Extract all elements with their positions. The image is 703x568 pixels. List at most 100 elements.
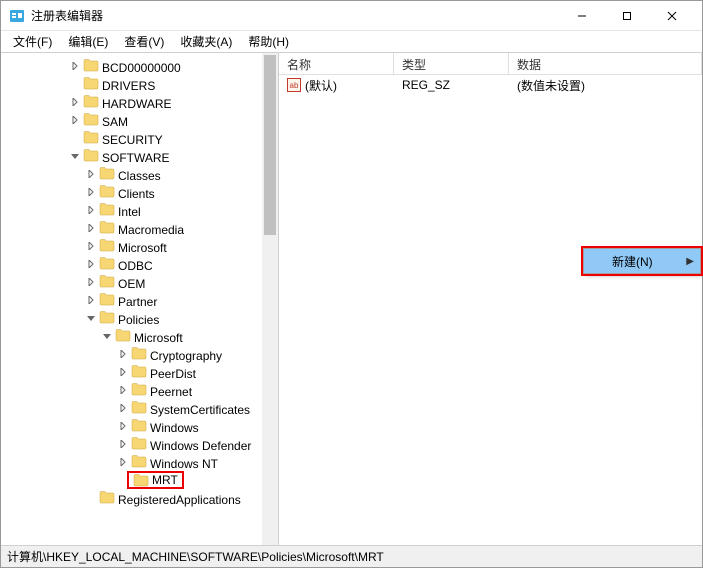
tree-item[interactable]: DRIVERS <box>1 75 278 93</box>
expand-icon[interactable] <box>85 168 97 180</box>
statusbar: 计算机\HKEY_LOCAL_MACHINE\SOFTWARE\Policies… <box>1 545 702 567</box>
ctx-new[interactable]: 新建(N) ▶ <box>584 249 700 273</box>
collapse-icon[interactable] <box>85 312 97 324</box>
tree-item[interactable]: RegisteredApplications <box>1 489 278 507</box>
folder-icon <box>99 166 115 180</box>
expand-icon[interactable] <box>85 204 97 216</box>
expand-icon[interactable] <box>69 114 81 126</box>
expand-icon[interactable] <box>117 348 129 360</box>
tree-item[interactable]: Cryptography <box>1 345 278 363</box>
value-name: (默认) <box>305 77 337 94</box>
folder-icon <box>131 346 147 360</box>
tree-item[interactable]: Intel <box>1 201 278 219</box>
expand-icon[interactable] <box>117 420 129 432</box>
tree-item-label: SAM <box>102 115 128 129</box>
tree-item[interactable]: OEM <box>1 273 278 291</box>
folder-icon <box>99 202 115 216</box>
expand-icon[interactable] <box>117 456 129 468</box>
tree-item[interactable]: ODBC <box>1 255 278 273</box>
list-header: 名称 类型 数据 <box>279 53 702 75</box>
collapse-icon[interactable] <box>69 150 81 162</box>
col-header-type[interactable]: 类型 <box>394 53 509 74</box>
string-value-icon: ab <box>287 78 301 92</box>
menubar: 文件(F) 编辑(E) 查看(V) 收藏夹(A) 帮助(H) <box>1 31 702 53</box>
folder-icon <box>99 310 115 324</box>
tree-item-label: Partner <box>118 295 157 309</box>
value-type: REG_SZ <box>394 78 509 92</box>
folder-icon <box>131 418 147 432</box>
col-header-data[interactable]: 数据 <box>509 53 702 74</box>
maximize-button[interactable] <box>604 2 649 30</box>
expand-icon[interactable] <box>69 60 81 72</box>
tree-item-label: RegisteredApplications <box>118 493 241 507</box>
folder-icon <box>99 256 115 270</box>
expand-icon[interactable] <box>117 402 129 414</box>
tree-item[interactable]: Classes <box>1 165 278 183</box>
menu-favorites[interactable]: 收藏夹(A) <box>172 31 240 52</box>
list-row[interactable]: ab (默认) REG_SZ (数值未设置) <box>279 75 702 95</box>
context-menu-primary: 新建(N) ▶ <box>583 248 701 274</box>
expand-icon[interactable] <box>117 384 129 396</box>
expand-icon[interactable] <box>85 276 97 288</box>
tree-item-label: ODBC <box>118 259 153 273</box>
tree-item[interactable]: Policies <box>1 309 278 327</box>
folder-icon <box>99 274 115 288</box>
tree-item-label: SystemCertificates <box>150 403 250 417</box>
tree-item[interactable]: Clients <box>1 183 278 201</box>
tree-item[interactable]: Partner <box>1 291 278 309</box>
tree-item-label: Policies <box>118 313 159 327</box>
collapse-icon[interactable] <box>101 330 113 342</box>
folder-icon <box>133 473 149 487</box>
tree-item[interactable]: BCD00000000 <box>1 57 278 75</box>
menu-help[interactable]: 帮助(H) <box>240 31 297 52</box>
menu-view[interactable]: 查看(V) <box>116 31 172 52</box>
col-header-name[interactable]: 名称 <box>279 53 394 74</box>
expand-icon[interactable] <box>117 366 129 378</box>
tree-item[interactable]: SystemCertificates <box>1 399 278 417</box>
tree-item[interactable]: Macromedia <box>1 219 278 237</box>
tree-item-label: Windows <box>150 421 199 435</box>
list-body[interactable]: ab (默认) REG_SZ (数值未设置) <box>279 75 702 95</box>
tree-item-label: Clients <box>118 187 155 201</box>
tree-item[interactable]: PeerDist <box>1 363 278 381</box>
registry-tree[interactable]: BCD00000000 DRIVERSHARDWARE SAMSECURITYSOF… <box>1 57 278 507</box>
tree-item-label: BCD00000000 <box>102 61 181 75</box>
folder-icon <box>83 58 99 72</box>
no-expander <box>69 78 81 90</box>
tree-item[interactable]: SECURITY <box>1 129 278 147</box>
tree-item-label: DRIVERS <box>102 79 155 93</box>
close-button[interactable] <box>649 2 694 30</box>
tree-item[interactable]: Windows Defender <box>1 435 278 453</box>
folder-icon <box>83 76 99 90</box>
menu-edit[interactable]: 编辑(E) <box>60 31 116 52</box>
menu-file[interactable]: 文件(F) <box>5 31 60 52</box>
folder-icon <box>131 382 147 396</box>
minimize-button[interactable] <box>559 2 604 30</box>
window-controls <box>559 2 694 30</box>
folder-icon <box>131 400 147 414</box>
tree-item[interactable]: Windows <box>1 417 278 435</box>
tree-item[interactable]: Microsoft <box>1 327 278 345</box>
folder-icon <box>99 220 115 234</box>
scrollbar-thumb[interactable] <box>264 55 276 235</box>
expand-icon[interactable] <box>85 294 97 306</box>
expand-icon[interactable] <box>117 438 129 450</box>
tree-item[interactable]: Peernet <box>1 381 278 399</box>
titlebar: 注册表编辑器 <box>1 1 702 31</box>
expand-icon[interactable] <box>85 186 97 198</box>
svg-text:xitongzhijia.net: xitongzhijia.net <box>632 513 692 527</box>
tree-item[interactable]: Windows NT <box>1 453 278 471</box>
tree-item[interactable]: MRT <box>1 471 278 489</box>
regedit-app-icon <box>9 8 25 24</box>
expand-icon[interactable] <box>85 240 97 252</box>
value-data: (数值未设置) <box>509 77 702 94</box>
expand-icon[interactable] <box>69 96 81 108</box>
tree-scrollbar[interactable] <box>262 53 278 545</box>
expand-icon[interactable] <box>85 222 97 234</box>
tree-item[interactable]: Microsoft <box>1 237 278 255</box>
tree-item[interactable]: HARDWARE <box>1 93 278 111</box>
expand-icon[interactable] <box>85 258 97 270</box>
folder-icon <box>83 112 99 126</box>
tree-item[interactable]: SAM <box>1 111 278 129</box>
tree-item[interactable]: SOFTWARE <box>1 147 278 165</box>
